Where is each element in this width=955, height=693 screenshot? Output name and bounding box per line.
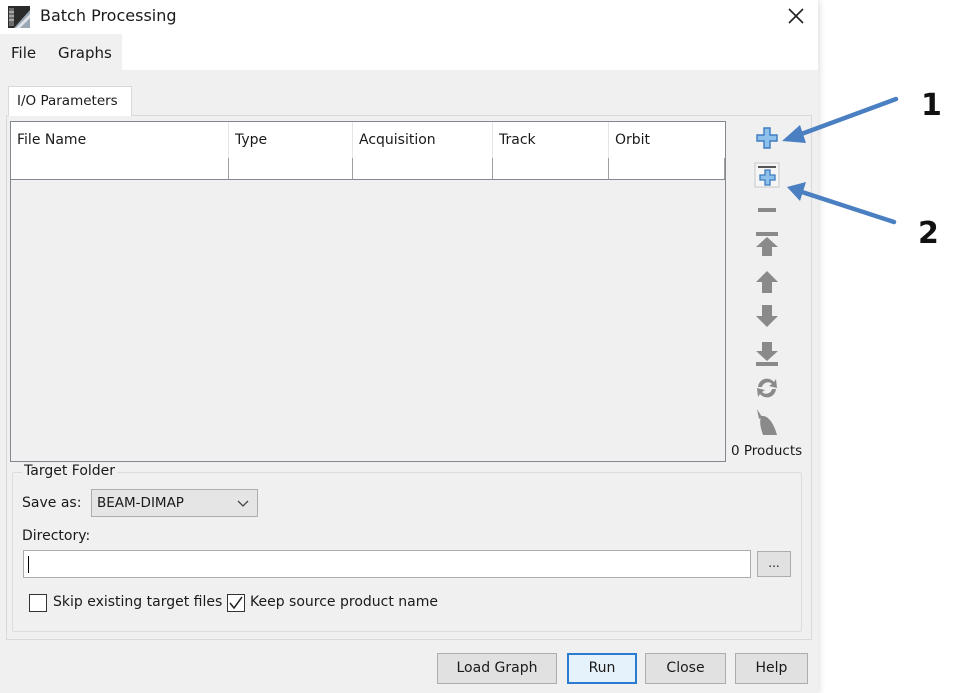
run-button[interactable]: Run: [567, 653, 637, 684]
close-button[interactable]: Close: [645, 653, 726, 684]
cell-acquisition[interactable]: [353, 158, 493, 179]
move-up-icon: [756, 271, 778, 293]
refresh-button[interactable]: [752, 374, 782, 402]
menu-bar: File Graphs: [0, 34, 818, 70]
product-table[interactable]: File Name Type Acquisition Track Orbit: [10, 121, 726, 462]
column-header-acquisition[interactable]: Acquisition: [353, 122, 493, 158]
add-opened-button[interactable]: [752, 161, 782, 189]
column-header-orbit[interactable]: Orbit: [609, 122, 725, 158]
table-header: File Name Type Acquisition Track Orbit: [11, 122, 725, 158]
table-row[interactable]: [11, 158, 725, 180]
cell-file-name[interactable]: [11, 158, 229, 179]
move-down-icon: [756, 305, 778, 327]
cell-type[interactable]: [229, 158, 353, 179]
title-bar: Batch Processing: [0, 0, 818, 34]
column-header-file-name[interactable]: File Name: [11, 122, 229, 158]
save-as-label: Save as:: [22, 495, 82, 511]
target-folder-legend: Target Folder: [22, 463, 118, 479]
menu-area: File Graphs: [0, 34, 122, 70]
add-icon: [756, 127, 778, 149]
directory-label: Directory:: [22, 528, 91, 544]
move-up-button[interactable]: [752, 268, 782, 296]
batch-processing-dialog: Batch Processing File Graphs I/O Paramet…: [0, 0, 818, 693]
keep-source-name-label[interactable]: Keep source product name: [250, 594, 438, 610]
move-bottom-button[interactable]: [752, 340, 782, 368]
skip-existing-label[interactable]: Skip existing target files: [53, 594, 222, 610]
annotation-number-2: 2: [918, 216, 939, 251]
column-header-type[interactable]: Type: [229, 122, 353, 158]
remove-button[interactable]: [752, 196, 782, 224]
remove-icon: [758, 208, 776, 212]
keep-source-name-checkbox[interactable]: [227, 594, 245, 612]
close-icon[interactable]: [784, 4, 808, 28]
text-caret: [28, 556, 29, 573]
clear-icon: [757, 409, 777, 435]
directory-input[interactable]: [23, 550, 751, 578]
add-opened-icon: [754, 162, 780, 188]
refresh-icon: [757, 378, 777, 398]
checkmark-icon: [229, 596, 243, 610]
move-top-button[interactable]: [752, 230, 782, 258]
move-bottom-icon: [756, 342, 778, 366]
annotation-number-1: 1: [921, 88, 942, 123]
move-down-button[interactable]: [752, 302, 782, 330]
add-button[interactable]: [752, 124, 782, 152]
save-as-value: BEAM-DIMAP: [97, 495, 184, 511]
window-title: Batch Processing: [40, 6, 177, 25]
browse-directory-button[interactable]: ...: [757, 551, 791, 577]
clear-button[interactable]: [752, 408, 782, 436]
tab-io-parameters[interactable]: I/O Parameters: [8, 86, 132, 116]
column-header-track[interactable]: Track: [493, 122, 609, 158]
move-top-icon: [756, 232, 778, 256]
chevron-down-icon: [237, 500, 249, 507]
cell-track[interactable]: [493, 158, 609, 179]
app-logo-icon: [8, 6, 30, 28]
help-button[interactable]: Help: [735, 653, 808, 684]
product-count: 0 Products: [731, 443, 803, 459]
menu-file[interactable]: File: [11, 44, 36, 62]
save-as-select[interactable]: BEAM-DIMAP: [91, 489, 258, 517]
skip-existing-checkbox[interactable]: [29, 594, 47, 612]
cell-orbit[interactable]: [609, 158, 725, 179]
load-graph-button[interactable]: Load Graph: [437, 653, 557, 684]
menu-graphs[interactable]: Graphs: [58, 44, 112, 62]
